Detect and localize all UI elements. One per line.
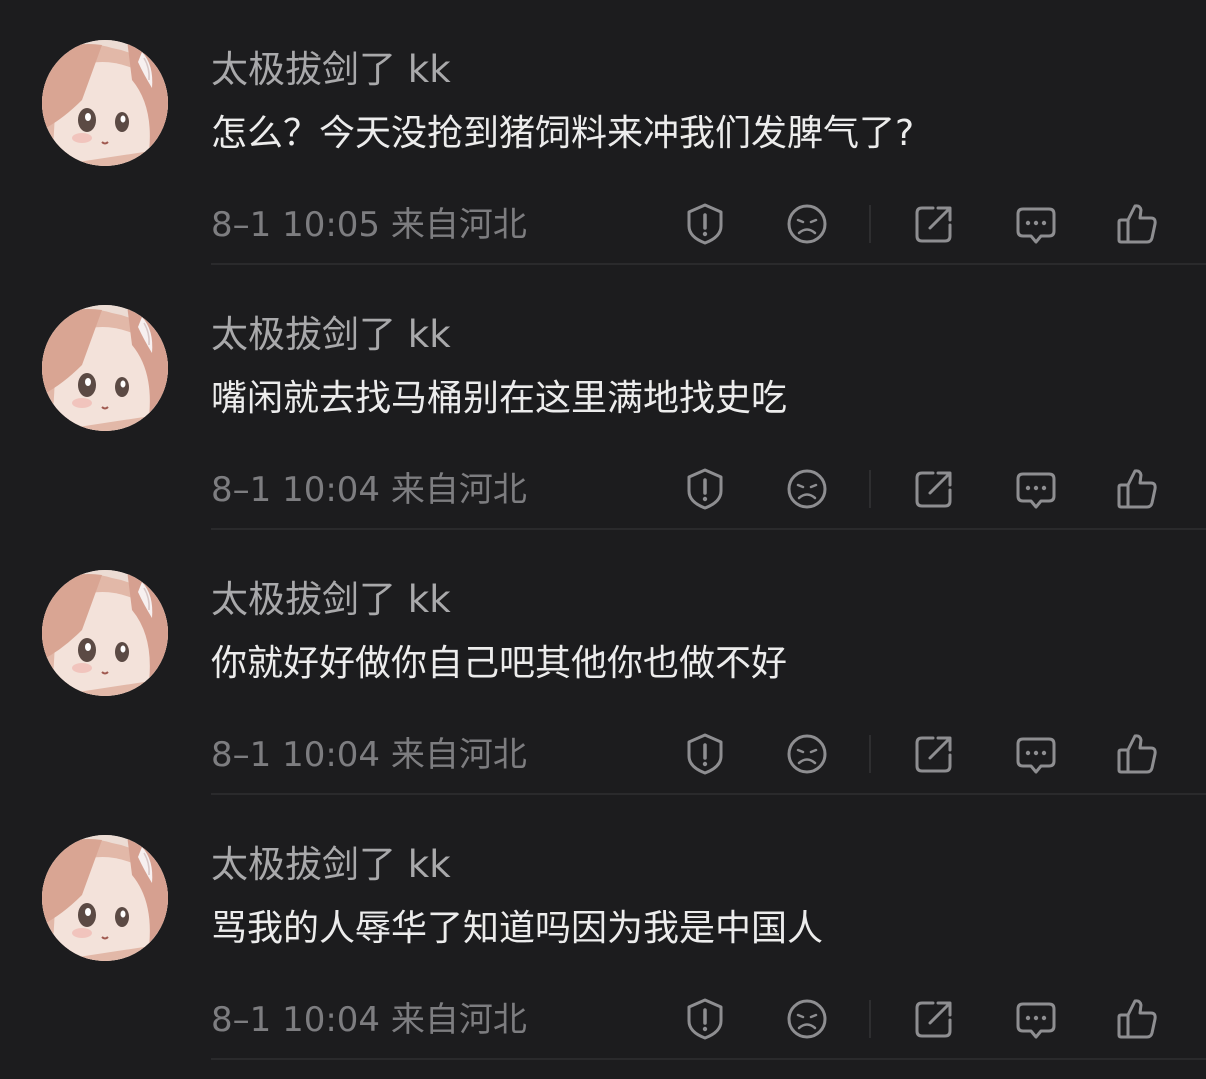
reply-icon[interactable] [1013, 201, 1059, 247]
action-divider [869, 735, 871, 773]
dislike-icon[interactable] [784, 731, 830, 777]
dislike-icon[interactable] [784, 201, 830, 247]
avatar[interactable] [42, 40, 168, 166]
like-icon[interactable] [1114, 731, 1160, 777]
username[interactable]: 太极拔剑了 kk [211, 576, 451, 624]
action-divider [869, 1000, 871, 1038]
comment-text: 怎么？今天没抢到猪饲料来冲我们发脾气了? [211, 113, 915, 154]
comment-actions [0, 464, 1206, 514]
reply-icon[interactable] [1013, 996, 1059, 1042]
share-icon[interactable] [911, 466, 957, 512]
comment-actions [0, 729, 1206, 779]
report-icon[interactable] [682, 996, 728, 1042]
avatar[interactable] [42, 305, 168, 431]
avatar[interactable] [42, 570, 168, 696]
username[interactable]: 太极拔剑了 kk [211, 46, 451, 94]
reply-icon[interactable] [1013, 466, 1059, 512]
share-icon[interactable] [911, 731, 957, 777]
comment-text: 你就好好做你自己吧其他你也做不好 [211, 643, 788, 684]
report-icon[interactable] [682, 201, 728, 247]
comment-text: 嘴闲就去找马桶别在这里满地找史吃 [211, 378, 788, 419]
comment-actions [0, 199, 1206, 249]
dislike-icon[interactable] [784, 996, 830, 1042]
comment-text: 骂我的人辱华了知道吗因为我是中国人 [211, 908, 824, 949]
report-icon[interactable] [682, 466, 728, 512]
like-icon[interactable] [1114, 466, 1160, 512]
like-icon[interactable] [1114, 201, 1160, 247]
share-icon[interactable] [911, 201, 957, 247]
comment-actions [0, 994, 1206, 1044]
comment-item: 太极拔剑了 kk 骂我的人辱华了知道吗因为我是中国人 8–1 10:04 来自河… [0, 795, 1206, 1060]
reply-icon[interactable] [1013, 731, 1059, 777]
username[interactable]: 太极拔剑了 kk [211, 311, 451, 359]
action-divider [869, 470, 871, 508]
comment-item: 太极拔剑了 kk 嘴闲就去找马桶别在这里满地找史吃 8–1 10:04 来自河北 [0, 265, 1206, 530]
avatar[interactable] [42, 835, 168, 961]
divider [211, 1058, 1206, 1060]
like-icon[interactable] [1114, 996, 1160, 1042]
username[interactable]: 太极拔剑了 kk [211, 841, 451, 889]
comment-item: 太极拔剑了 kk 怎么？今天没抢到猪饲料来冲我们发脾气了? 8–1 10:05 … [0, 0, 1206, 265]
action-divider [869, 205, 871, 243]
share-icon[interactable] [911, 996, 957, 1042]
dislike-icon[interactable] [784, 466, 830, 512]
comment-item: 太极拔剑了 kk 你就好好做你自己吧其他你也做不好 8–1 10:04 来自河北 [0, 530, 1206, 795]
report-icon[interactable] [682, 731, 728, 777]
